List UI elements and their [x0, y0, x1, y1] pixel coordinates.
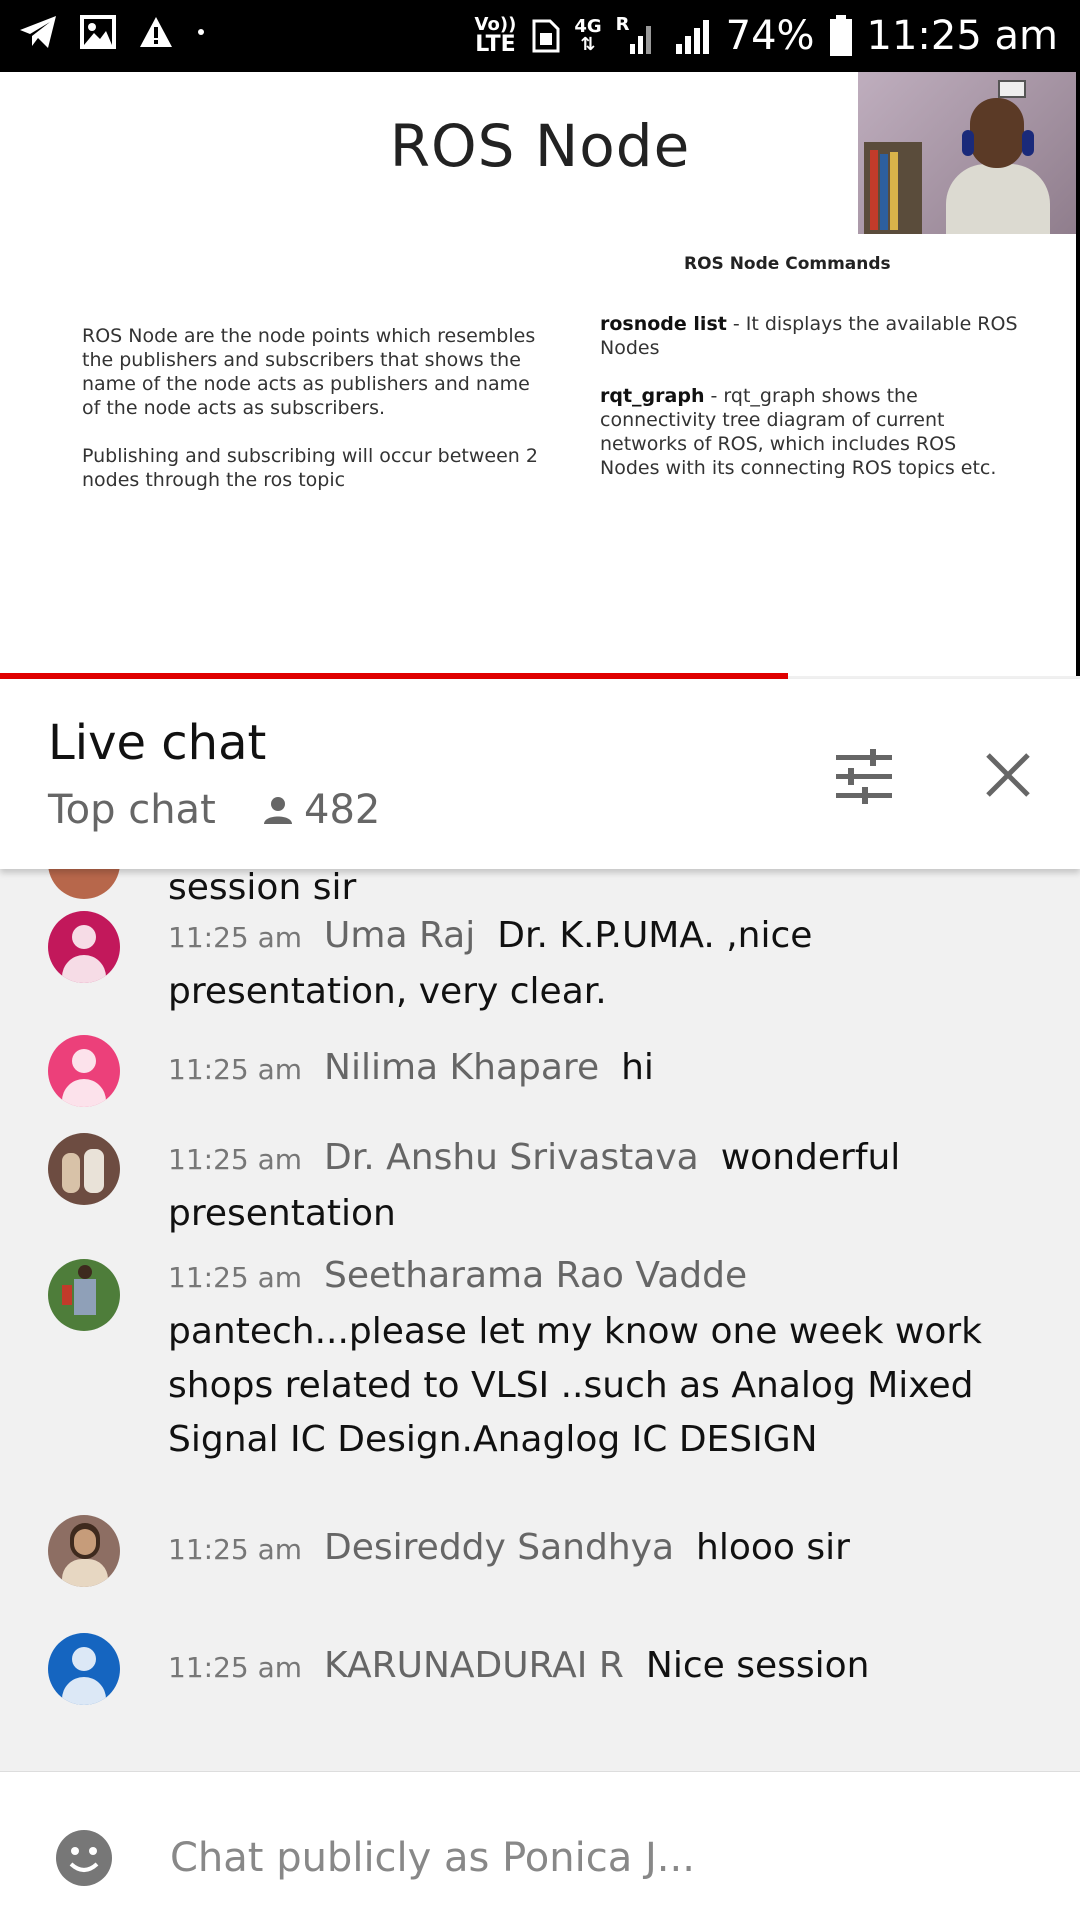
telegram-icon: [20, 16, 56, 48]
gallery-icon: [80, 15, 116, 49]
viewer-count-value: 482: [304, 787, 381, 833]
warning-icon: [140, 17, 172, 47]
slide-command: rqt_graph - rqt_graph shows the connecti…: [600, 385, 997, 479]
message-time: 11:25 am: [168, 1053, 303, 1086]
message-text: hi: [621, 1047, 654, 1088]
status-bar: Vo)) LTE 4G ⇅ R 74% 11:25 am: [0, 0, 1080, 72]
viewer-count: 482: [262, 787, 380, 833]
message-time: 11:25 am: [168, 921, 303, 954]
sim-card-icon: [532, 19, 560, 53]
emoji-button[interactable]: [54, 1828, 114, 1888]
avatar: [48, 869, 120, 899]
message-author[interactable]: Nilima Khapare: [324, 1047, 599, 1088]
avatar: [48, 1133, 120, 1205]
live-chat-header: Live chat Top chat 482: [0, 679, 1080, 869]
avatar: [48, 1035, 120, 1107]
chat-input-bar: [0, 1771, 1080, 1921]
avatar: [48, 1633, 120, 1705]
slide-command: rosnode list - It displays the available…: [600, 313, 1018, 359]
chat-input[interactable]: [168, 1822, 1032, 1894]
message-author[interactable]: Dr. Anshu Srivastava: [324, 1137, 699, 1178]
person-icon: [264, 797, 292, 824]
slide-paragraph: Publishing and subscribing will occur be…: [82, 445, 538, 491]
signal-icon-2: [675, 20, 709, 54]
slide-commands-title: ROS Node Commands: [684, 254, 891, 274]
slide-paragraph: ROS Node are the node points which resem…: [82, 325, 536, 419]
battery-percent: 74%: [725, 13, 815, 59]
presenter-webcam: [858, 72, 1080, 234]
avatar: [48, 911, 120, 983]
message-author[interactable]: Seetharama Rao Vadde: [324, 1255, 747, 1296]
chat-mode-dropdown[interactable]: Top chat: [48, 787, 216, 833]
video-player[interactable]: ROS Node ROS Node Commands ROS Node are …: [0, 72, 1080, 676]
message-author[interactable]: Uma Raj: [324, 915, 475, 956]
message-time: 11:25 am: [168, 1533, 303, 1566]
filter-settings-button[interactable]: [832, 745, 896, 809]
avatar: [48, 1515, 120, 1587]
chat-message-list[interactable]: session sir 11:25 am Uma Raj Dr. K.P.UMA. …: [0, 869, 1080, 1771]
message-text: pantech...please let my know one week wo…: [168, 1311, 983, 1460]
message-text: hlooo sir: [696, 1527, 850, 1568]
close-chat-button[interactable]: [982, 749, 1034, 801]
clock: 11:25 am: [866, 13, 1058, 59]
slide-description: ROS Node are the node points which resem…: [82, 324, 552, 516]
message-author[interactable]: KARUNADURAI R: [324, 1645, 624, 1686]
video-edge: [1076, 72, 1080, 676]
signal-icon-1: R: [616, 16, 658, 56]
message-time: 11:25 am: [168, 1143, 303, 1176]
slide-commands: rosnode list - It displays the available…: [600, 312, 1020, 504]
avatar: [48, 1259, 120, 1331]
battery-icon: [829, 15, 852, 56]
message-text: Nice session: [645, 1645, 870, 1686]
message-time: 11:25 am: [168, 1261, 303, 1294]
message-author[interactable]: Desireddy Sandhya: [324, 1527, 674, 1568]
data-indicator: 4G ⇅: [574, 16, 602, 55]
message-time: 11:25 am: [168, 1651, 303, 1684]
live-chat-title: Live chat: [48, 715, 267, 771]
volte-indicator: Vo)) LTE: [474, 14, 517, 57]
notification-dot-icon: [198, 29, 204, 35]
